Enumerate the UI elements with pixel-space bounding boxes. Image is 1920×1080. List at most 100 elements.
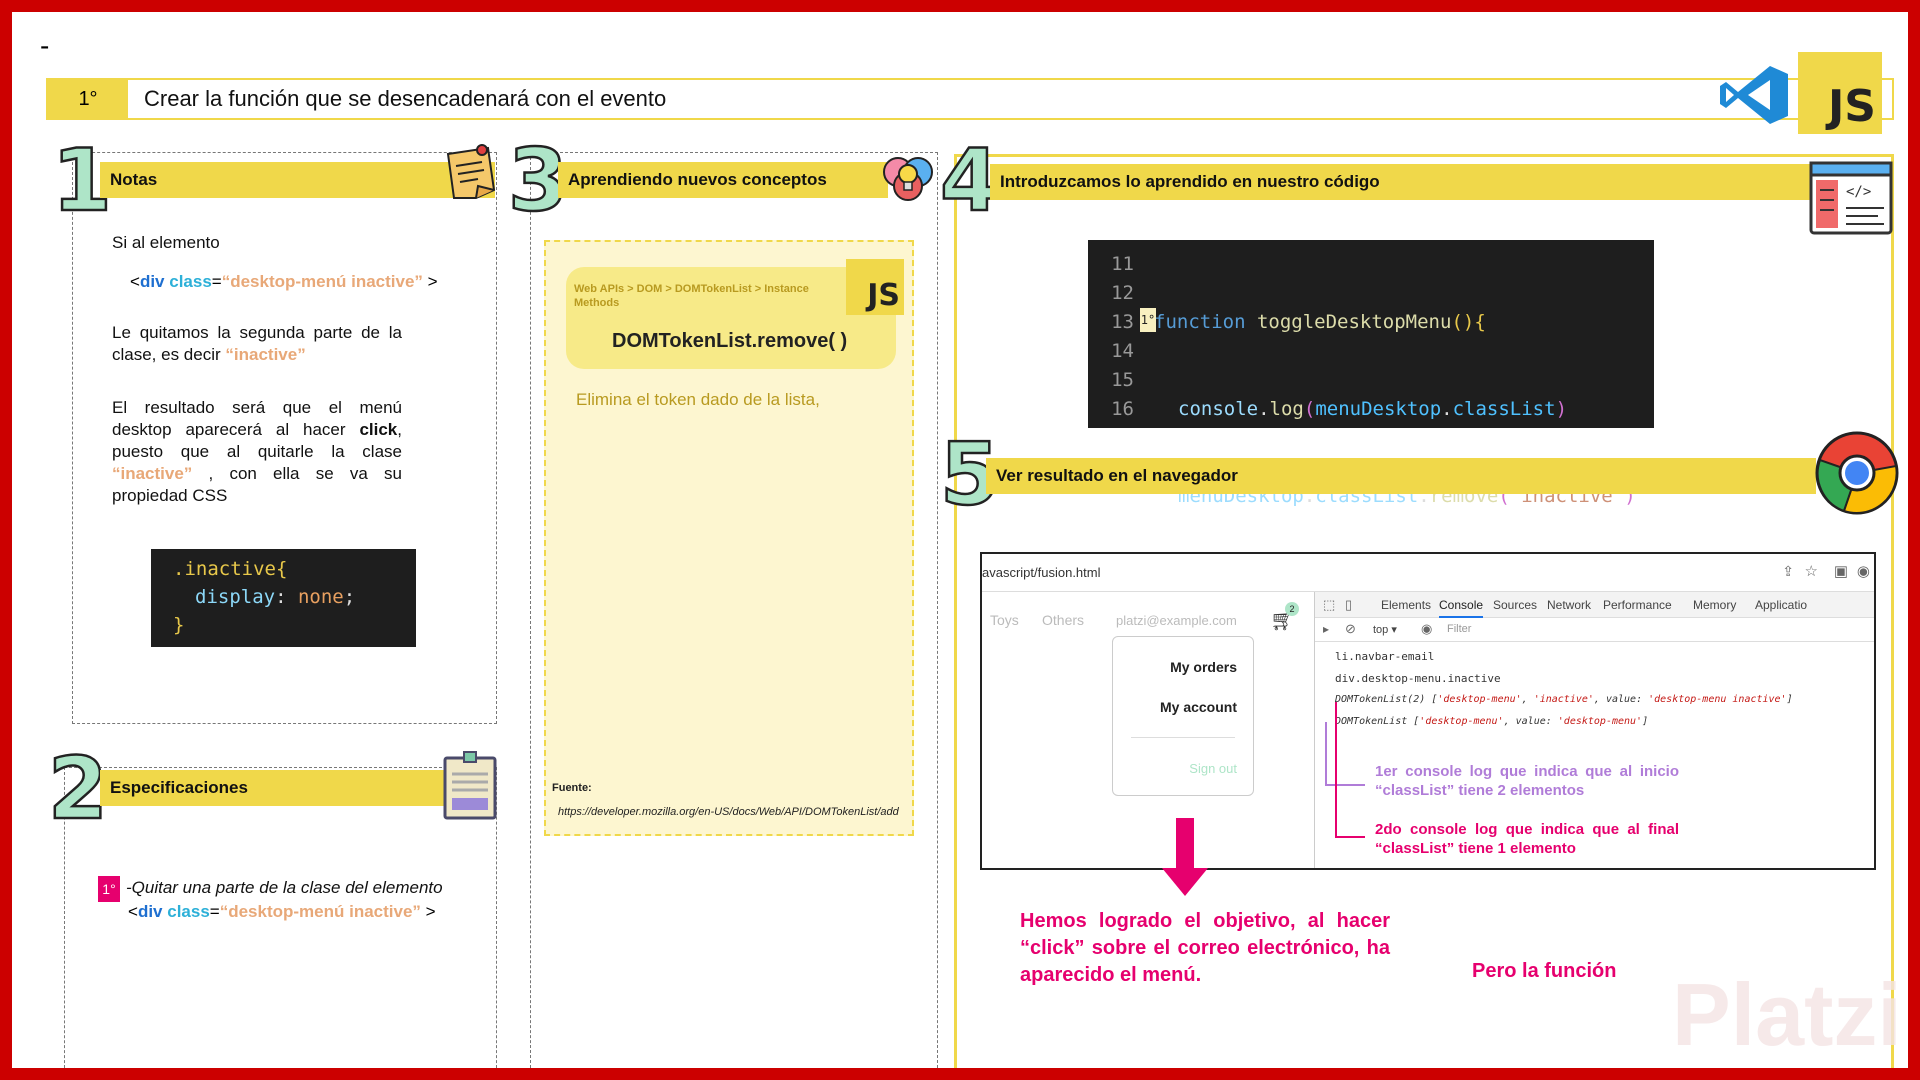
platzi-watermark: Platzi xyxy=(1672,965,1902,1064)
tab-elements[interactable]: Elements xyxy=(1381,598,1431,612)
address-bar[interactable]: avascript/fusion.html ⇪ ☆ ▣ ◉ xyxy=(982,554,1874,592)
tokenlist-sep: , xyxy=(1521,694,1534,705)
css-selector: .inactive{ xyxy=(173,558,288,580)
notes-element-code: <div class=“desktop-menú inactive” > xyxy=(130,272,438,292)
log-kw: log xyxy=(1269,398,1304,420)
console-tokenlist-1[interactable]: DOMTokenList(2) ['desktop-menu', 'inacti… xyxy=(1335,694,1793,705)
tab-memory[interactable]: Memory xyxy=(1693,598,1736,612)
css-close: } xyxy=(173,614,185,636)
spec-text: -Quitar una parte de la clase del elemen… xyxy=(126,878,443,897)
console-line[interactable]: div.desktop-menu.inactive xyxy=(1335,672,1501,685)
tokenlist-item: 'desktop-menu' xyxy=(1419,716,1504,727)
down-arrow-icon xyxy=(1162,818,1208,896)
sidebar-toggle-icon[interactable]: ▸ xyxy=(1323,622,1329,636)
spec-element-code: <div class=“desktop-menú inactive” > xyxy=(128,902,436,922)
tab-console[interactable]: Console xyxy=(1439,598,1484,618)
share-icon[interactable]: ⇪ xyxy=(1782,563,1794,580)
tokenlist-item: 'desktop-menu' xyxy=(1437,694,1522,705)
browser-screenshot: avascript/fusion.html ⇪ ☆ ▣ ◉ Toys Other… xyxy=(980,552,1876,870)
section-number-2: 2 xyxy=(47,739,109,839)
line-number: 13 xyxy=(1111,311,1134,333)
step-number: 1° xyxy=(48,80,128,118)
line-numbers: 11 12 13 14 15 16 xyxy=(1088,250,1134,424)
desktop-menu: My orders My account Sign out xyxy=(1112,636,1254,796)
clear-console-icon[interactable]: ⊘ xyxy=(1345,621,1356,637)
line-number: 12 xyxy=(1111,282,1134,304)
eye-icon[interactable]: ◉ xyxy=(1421,621,1432,637)
devtools-tabbar: ⬚ ▯ Elements Console Sources Network Per… xyxy=(1315,592,1874,618)
console-toolbar: ▸ ⊘ top ▾ ◉ Filter xyxy=(1315,618,1874,642)
slide-frame: - 1° Crear la función que se desencadena… xyxy=(0,0,1920,1080)
device-icon[interactable]: ▯ xyxy=(1345,597,1352,613)
console-tokenlist-2[interactable]: DOMTokenList ['desktop-menu', value: 'de… xyxy=(1335,716,1648,727)
profile-icon[interactable]: ◉ xyxy=(1857,562,1870,580)
annotation-line-1 xyxy=(1325,722,1327,784)
code-div: div xyxy=(139,272,165,291)
spec-code-gt: > xyxy=(420,902,436,921)
specs-heading: Especificaciones xyxy=(100,770,495,806)
sticky-note-icon xyxy=(442,142,500,204)
star-icon[interactable]: ☆ xyxy=(1805,562,1818,580)
classlist-prop: classList xyxy=(1452,398,1556,420)
js-icon: JS xyxy=(846,259,904,315)
spec-code-value: “desktop-menú inactive” xyxy=(219,902,421,921)
context-select[interactable]: top ▾ xyxy=(1373,623,1397,636)
spec-code-eq: = xyxy=(209,902,220,921)
navbar-email[interactable]: platzi@example.com xyxy=(1116,613,1237,628)
tokenlist-close: ] xyxy=(1786,694,1793,705)
extension-icon[interactable]: ▣ xyxy=(1834,562,1848,580)
filter-input[interactable]: Filter xyxy=(1447,623,1471,635)
line-number: 11 xyxy=(1111,253,1134,275)
nav-item[interactable]: Others xyxy=(1042,612,1084,628)
tab-sources[interactable]: Sources xyxy=(1493,598,1537,612)
spec-code-div: div xyxy=(137,902,163,921)
annotation-note-2: 2do console log que indica que al final … xyxy=(1375,821,1679,857)
notes-intro: Si al elemento xyxy=(112,233,220,252)
code-value: “desktop-menú inactive” xyxy=(221,272,423,291)
menu-sign-out[interactable]: Sign out xyxy=(1189,761,1237,776)
notes-paragraph-3: El resultado será que el menú desktop ap… xyxy=(112,397,402,507)
tokenlist-item: 'inactive' xyxy=(1533,694,1594,705)
menu-divider xyxy=(1131,737,1235,738)
dash-mark: - xyxy=(40,30,50,61)
chrome-icon xyxy=(1814,430,1900,516)
vscode-icon xyxy=(1720,64,1790,126)
notes-heading: Notas xyxy=(100,162,495,198)
inspect-icon[interactable]: ⬚ xyxy=(1323,597,1335,613)
tab-application[interactable]: Applicatio xyxy=(1755,598,1807,612)
line-marker-badge: 1° xyxy=(1140,308,1156,332)
page-title: Crear la función que se desencadenará co… xyxy=(144,86,667,111)
dot: . xyxy=(1441,398,1453,420)
svg-text:</>: </> xyxy=(1846,184,1871,200)
nav-item[interactable]: Toys xyxy=(990,612,1019,628)
source-label: Fuente: xyxy=(552,782,592,794)
kw-function: function xyxy=(1154,311,1246,333)
console-line[interactable]: li.navbar-email xyxy=(1335,650,1434,663)
code-editor-icon: </> xyxy=(1808,160,1894,236)
menu-desktop-var: menuDesktop xyxy=(1315,398,1442,420)
annotation-note-1: 1er console log que indica que al inicio… xyxy=(1375,763,1679,799)
p2-inactive: “inactive” xyxy=(225,345,306,364)
but-text: Pero la función xyxy=(1472,960,1617,982)
code-heading: Introduzcamos lo aprendido en nuestro có… xyxy=(990,164,1820,200)
tokenlist-prefix: DOMTokenList(2) [ xyxy=(1335,694,1438,705)
code-class: class xyxy=(169,272,212,291)
p3-click: click xyxy=(359,420,398,439)
line-number: 14 xyxy=(1111,340,1134,362)
js-logo: JS xyxy=(1798,52,1882,134)
method-name: DOMTokenList.remove( ) xyxy=(612,330,848,352)
menu-my-orders[interactable]: My orders xyxy=(1170,659,1237,675)
annotation-line-2 xyxy=(1335,702,1337,836)
source-link[interactable]: https://developer.mozilla.org/en-US/docs… xyxy=(558,806,899,818)
tokenlist-prefix: DOMTokenList [ xyxy=(1335,716,1420,727)
url-text[interactable]: avascript/fusion.html xyxy=(982,565,1101,580)
mdn-breadcrumb[interactable]: Web APIs > DOM > DOMTokenList > Instance… xyxy=(574,282,844,310)
method-description: Elimina el token dado de la lista, xyxy=(576,390,820,409)
p3-inactive: “inactive” xyxy=(112,464,193,483)
menu-my-account[interactable]: My account xyxy=(1160,699,1237,715)
tab-performance[interactable]: Performance xyxy=(1603,598,1672,612)
result-text: Hemos logrado el objetivo, al hacer “cli… xyxy=(1020,910,1390,986)
tab-network[interactable]: Network xyxy=(1547,598,1591,612)
code-gt: > xyxy=(422,272,438,291)
css-property: display xyxy=(195,586,276,608)
